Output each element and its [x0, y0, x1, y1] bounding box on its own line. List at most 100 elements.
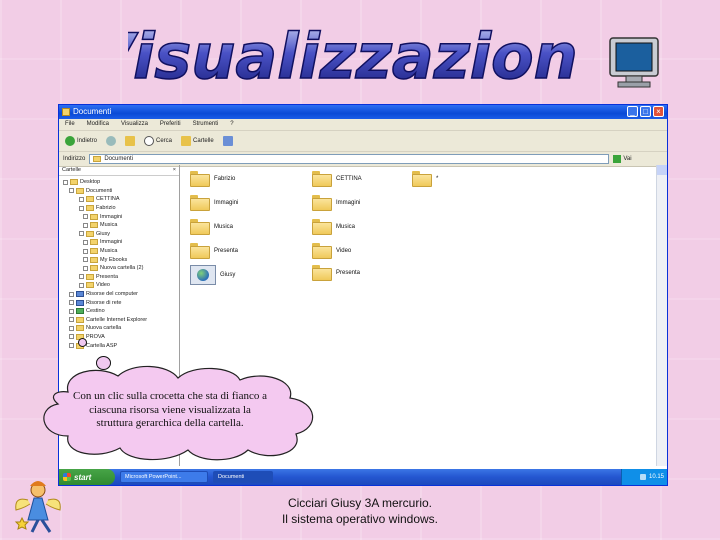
- menu-favorites[interactable]: Preferiti: [160, 119, 181, 130]
- folder-icon: [190, 171, 210, 187]
- tree-item-label: Immagini: [100, 239, 123, 246]
- taskbar-item-powerpoint[interactable]: Microsoft PowerPoint...: [120, 471, 208, 483]
- folders-icon: [181, 136, 192, 146]
- file-item[interactable]: Musica: [190, 219, 233, 235]
- footer-subject: Il sistema operativo windows.: [281, 512, 439, 526]
- footer-author: Cicciari Giusy 3A mercurio.: [287, 496, 433, 510]
- tree-item[interactable]: Documenti: [63, 187, 179, 196]
- file-item[interactable]: Giusy: [190, 265, 235, 285]
- tree-item[interactable]: Risorse del computer: [63, 290, 179, 299]
- expand-toggle-icon[interactable]: [79, 274, 84, 280]
- expand-toggle-icon[interactable]: [69, 291, 74, 297]
- expand-toggle-icon[interactable]: [83, 239, 88, 245]
- menu-help[interactable]: ?: [230, 119, 233, 130]
- file-item[interactable]: *: [412, 171, 438, 187]
- folder-icon: [90, 239, 98, 246]
- vertical-scrollbar[interactable]: [656, 165, 667, 466]
- expand-toggle-icon[interactable]: [83, 222, 88, 228]
- tree-item[interactable]: Desktop: [63, 178, 179, 187]
- file-item-label: Presenta: [336, 270, 361, 276]
- expand-toggle-icon[interactable]: [79, 231, 84, 237]
- expand-toggle-icon[interactable]: [79, 282, 84, 288]
- tree-item[interactable]: Fabrizio: [63, 204, 179, 213]
- expand-toggle-icon[interactable]: [69, 308, 74, 314]
- file-item[interactable]: Presenta: [312, 265, 360, 281]
- file-item[interactable]: Immagini: [190, 195, 238, 211]
- fairy-clipart-icon: [14, 481, 61, 533]
- tree-item[interactable]: Video: [63, 281, 179, 290]
- file-item[interactable]: Video: [312, 243, 351, 259]
- tree-item[interactable]: Risorse di rete: [63, 298, 179, 307]
- tree-item-label: Video: [96, 282, 110, 289]
- go-button[interactable]: Vai: [613, 155, 632, 163]
- address-input[interactable]: Documenti: [89, 154, 610, 164]
- file-item[interactable]: CETTINA: [312, 171, 362, 187]
- expand-toggle-icon[interactable]: [69, 188, 74, 194]
- search-icon: [144, 136, 155, 146]
- file-item[interactable]: Musica: [312, 219, 355, 235]
- menu-edit[interactable]: Modifica: [87, 119, 109, 130]
- forward-button[interactable]: [104, 134, 118, 148]
- tree-item[interactable]: CETTINA: [63, 195, 179, 204]
- minimize-button[interactable]: _: [627, 106, 638, 117]
- tray-icon[interactable]: [639, 474, 646, 480]
- expand-toggle-icon[interactable]: [83, 248, 88, 254]
- views-button[interactable]: [221, 134, 235, 148]
- menu-file[interactable]: File: [65, 119, 75, 130]
- expand-toggle-icon[interactable]: [63, 179, 68, 185]
- computer-icon: [76, 291, 84, 298]
- tree-item[interactable]: Giusy: [63, 230, 179, 239]
- file-item[interactable]: Fabrizio: [190, 171, 235, 187]
- folder-icon: [412, 171, 432, 187]
- close-pane-icon[interactable]: ×: [173, 167, 176, 173]
- tree-item[interactable]: Immagini: [63, 238, 179, 247]
- file-item-label: Giusy: [220, 272, 236, 278]
- address-value: Documenti: [104, 156, 134, 162]
- expand-toggle-icon[interactable]: [79, 196, 84, 202]
- tree-item-label: My Ebooks: [100, 256, 128, 263]
- file-item[interactable]: Presenta: [190, 243, 238, 259]
- search-button[interactable]: Cerca: [142, 134, 174, 148]
- tree-item[interactable]: Nuova cartella: [63, 324, 179, 333]
- maximize-button[interactable]: □: [640, 106, 651, 117]
- expand-toggle-icon[interactable]: [69, 317, 74, 323]
- close-button[interactable]: ×: [653, 106, 664, 117]
- folder-icon: [86, 205, 94, 212]
- tree-item[interactable]: Immagini: [63, 212, 179, 221]
- up-folder-button[interactable]: [123, 134, 137, 148]
- tree-item[interactable]: Cartelle Internet Explorer: [63, 316, 179, 325]
- expand-toggle-icon[interactable]: [83, 257, 88, 263]
- folder-icon: [90, 256, 98, 263]
- tree-item[interactable]: Cestino: [63, 307, 179, 316]
- forward-arrow-icon: [106, 136, 117, 146]
- tree-item-label: Giusy: [96, 230, 111, 237]
- views-icon: [222, 136, 233, 146]
- file-item[interactable]: Immagini: [312, 195, 360, 211]
- back-button[interactable]: Indietro: [63, 134, 99, 148]
- menu-tools[interactable]: Strumenti: [193, 119, 219, 130]
- folders-button[interactable]: Cartelle: [179, 134, 216, 148]
- expand-toggle-icon[interactable]: [69, 300, 74, 306]
- expand-toggle-icon[interactable]: [69, 334, 74, 340]
- slide-title: Visualizzazione: [128, 19, 578, 92]
- tree-item[interactable]: Musica: [63, 221, 179, 230]
- expand-toggle-icon[interactable]: [69, 343, 74, 349]
- start-button[interactable]: start: [59, 469, 115, 485]
- expand-toggle-icon[interactable]: [83, 214, 88, 220]
- window-titlebar[interactable]: Documenti _ □ ×: [59, 105, 667, 119]
- tree-item[interactable]: Musica: [63, 247, 179, 256]
- taskbar-item-label: Documenti: [218, 474, 245, 480]
- tree-item[interactable]: Nuova cartella (2): [63, 264, 179, 273]
- folder-icon: [62, 108, 70, 116]
- taskbar-item-documents[interactable]: Documenti: [213, 471, 273, 483]
- scroll-up-arrow[interactable]: [657, 165, 667, 175]
- expand-toggle-icon[interactable]: [69, 325, 74, 331]
- expand-toggle-icon[interactable]: [83, 265, 88, 271]
- tree-item[interactable]: My Ebooks: [63, 255, 179, 264]
- folder-icon: [76, 187, 84, 194]
- expand-toggle-icon[interactable]: [79, 205, 84, 211]
- tree-item[interactable]: Presenta: [63, 273, 179, 282]
- folder-icon: [76, 325, 84, 332]
- menu-view[interactable]: Visualizza: [121, 119, 148, 130]
- go-arrow-icon: [613, 155, 622, 163]
